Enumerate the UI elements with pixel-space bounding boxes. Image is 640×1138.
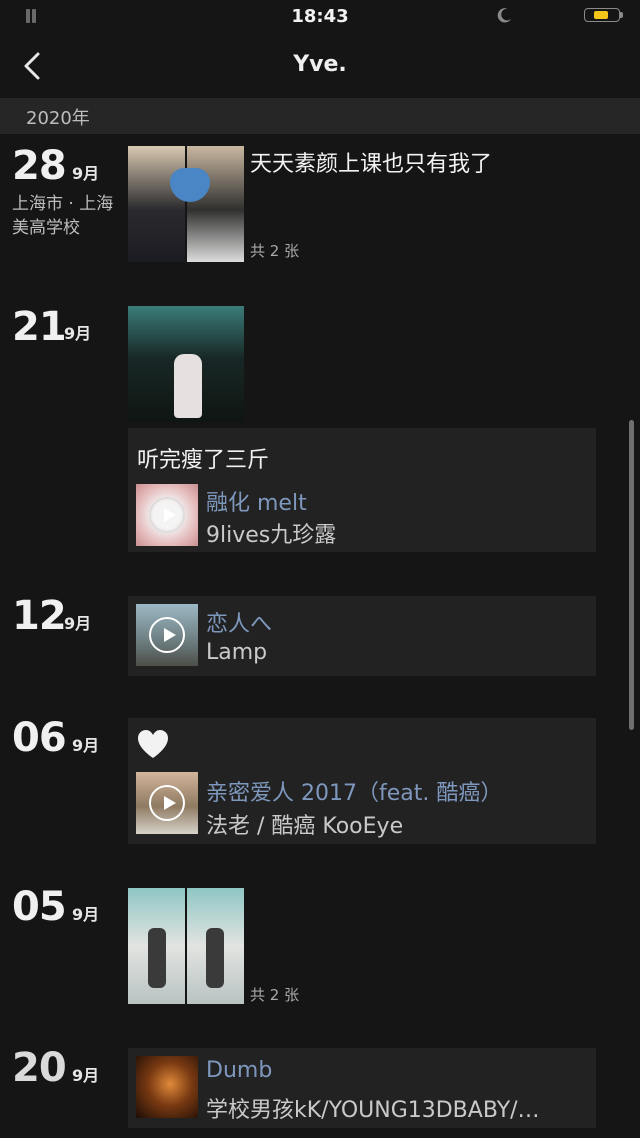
post-text: 天天素颜上课也只有我了 (250, 152, 493, 177)
page-title: Yve. (293, 52, 347, 77)
post-month: 9月 (72, 736, 100, 755)
song-artist: 9lives九珍露 (206, 523, 337, 548)
play-icon (149, 497, 185, 533)
post-location: 上海市 · 上海美高学校 (12, 194, 114, 238)
post-month: 9月 (72, 164, 100, 183)
moon-icon (497, 8, 512, 23)
song-artist: Lamp (206, 640, 268, 665)
post-month: 9月 (72, 905, 100, 924)
music-thumbnail (136, 484, 198, 546)
music-thumbnail (136, 604, 198, 666)
year-header: 2020年 (0, 98, 640, 134)
music-thumbnail (136, 772, 198, 834)
song-artist: 学校男孩kK/YOUNG13DBABY/… (206, 1098, 540, 1123)
status-time: 18:43 (291, 6, 349, 27)
song-title: 融化 melt (206, 491, 307, 516)
battery-icon (584, 8, 624, 24)
song-title: 恋人へ (206, 612, 273, 637)
song-artist: 法老 / 酷癌 KooEye (206, 814, 404, 839)
year-label: 2020年 (26, 108, 90, 129)
song-title: Dumb (206, 1058, 273, 1083)
post-day: 06 (12, 715, 67, 761)
photo-count: 共 2 张 (250, 242, 300, 260)
scrollbar[interactable] (629, 420, 634, 730)
post-month: 9月 (64, 614, 92, 633)
post-photo[interactable] (128, 888, 244, 1004)
post-day: 20 (12, 1045, 67, 1091)
play-icon (149, 785, 185, 821)
status-bar: 18:43 (0, 0, 640, 34)
post-photo[interactable] (128, 146, 244, 262)
post-day: 21 (12, 304, 67, 350)
post-day: 28 (12, 143, 67, 189)
heart-icon (138, 730, 168, 758)
photo-count: 共 2 张 (250, 986, 300, 1004)
post-month: 9月 (64, 324, 92, 343)
play-icon (149, 617, 185, 653)
song-title[interactable]: 亲密爱人 2017（feat. 酷癌） (206, 775, 502, 807)
post-text: 听完瘦了三斤 (137, 448, 270, 473)
post-month: 9月 (72, 1066, 100, 1085)
nav-bar: Yve. (0, 34, 640, 98)
post-photo[interactable] (128, 306, 244, 422)
music-thumbnail (136, 1056, 198, 1118)
post-day: 12 (12, 593, 67, 639)
post-day: 05 (12, 884, 67, 930)
